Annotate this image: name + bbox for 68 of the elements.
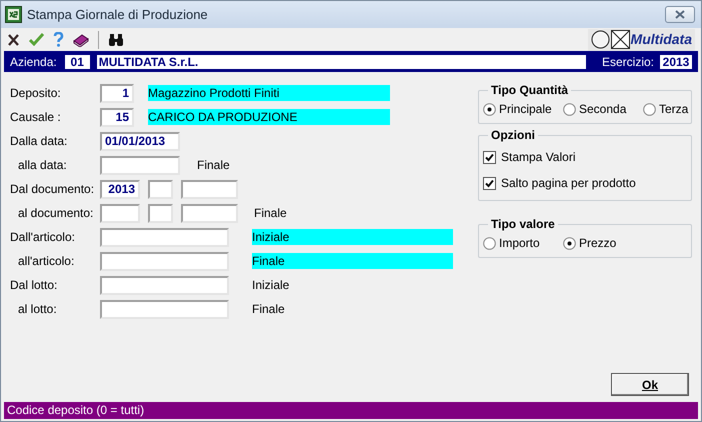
field-label: Deposito: (10, 85, 62, 102)
input-field[interactable] (148, 204, 173, 222)
field-label: Dal documento: (10, 181, 96, 198)
input-field[interactable]: 15 (100, 108, 134, 126)
field-label: Dall'articolo: (10, 229, 76, 246)
description-field: Finale (252, 253, 453, 269)
input-field[interactable]: 1 (100, 84, 134, 102)
year-field: 2013 (660, 54, 692, 68)
group-title: Tipo valore (490, 216, 556, 233)
logo: Multidata (630, 30, 692, 49)
field-label: Dalla data: (10, 133, 68, 150)
input-field[interactable] (181, 204, 238, 222)
option-label: Terza (659, 101, 688, 118)
checkbox[interactable] (483, 150, 496, 164)
range-hint: Iniziale (252, 277, 290, 293)
input-field[interactable] (100, 228, 229, 246)
option-label: Principale (499, 101, 552, 118)
option-label: Salto pagina per prodotto (501, 175, 636, 192)
description-field: CARICO DA PRODUZIONE (148, 109, 390, 125)
group-title: Tipo Quantità (490, 82, 570, 99)
year-label: Esercizio: (602, 54, 654, 70)
field-label: all'articolo: (17, 253, 76, 270)
close-icon (674, 10, 686, 19)
input-field[interactable] (100, 276, 229, 294)
radio-button[interactable] (483, 236, 496, 250)
input-field[interactable]: 01/01/2013 (100, 132, 180, 150)
input-field[interactable] (148, 180, 173, 198)
input-field[interactable] (100, 156, 180, 174)
option-label: Seconda (579, 101, 626, 118)
field-label: Dal lotto: (10, 277, 58, 294)
checkbox[interactable] (483, 176, 496, 190)
circle-icon (590, 30, 610, 49)
input-field[interactable] (100, 252, 229, 270)
ok-button[interactable]: Ok (611, 373, 689, 396)
check-icon[interactable] (29, 33, 44, 46)
field-label: al lotto: (17, 301, 58, 318)
group-title: Opzioni (490, 127, 536, 144)
radio-button[interactable] (563, 236, 576, 250)
close-button[interactable] (665, 6, 695, 23)
input-field[interactable] (100, 204, 140, 222)
range-hint: Finale (252, 301, 286, 317)
option-label: Stampa Valori (501, 149, 576, 166)
range-hint: Finale (254, 205, 287, 221)
company-label: Azienda: (10, 54, 57, 70)
option-label: Importo (499, 235, 540, 252)
description-field: Magazzino Prodotti Finiti (148, 85, 390, 101)
radio-button[interactable] (563, 102, 576, 116)
input-field[interactable] (100, 300, 229, 318)
crossed-box-icon (610, 30, 630, 49)
company-code-field: 01 (64, 54, 90, 68)
option-label: Prezzo (579, 235, 616, 252)
input-field[interactable]: 2013 (100, 180, 140, 198)
company-name-field: MULTIDATA S.r.L. (96, 54, 586, 68)
close-icon[interactable] (7, 34, 20, 46)
description-field: Iniziale (252, 229, 453, 245)
window-title: Stampa Giornale di Produzione (27, 6, 208, 24)
field-label: alla data: (17, 157, 68, 174)
book-icon[interactable] (73, 32, 89, 47)
field-label: Causale : (10, 109, 62, 126)
help-icon[interactable] (53, 32, 64, 47)
status-bar: Codice deposito (0 = tutti) (4, 402, 698, 419)
radio-button[interactable] (643, 102, 656, 116)
app-icon (5, 6, 22, 23)
radio-button[interactable] (483, 102, 496, 116)
range-hint: Finale (197, 157, 230, 173)
field-label: al documento: (17, 205, 94, 222)
binoculars-icon[interactable] (108, 32, 124, 46)
input-field[interactable] (181, 180, 238, 198)
